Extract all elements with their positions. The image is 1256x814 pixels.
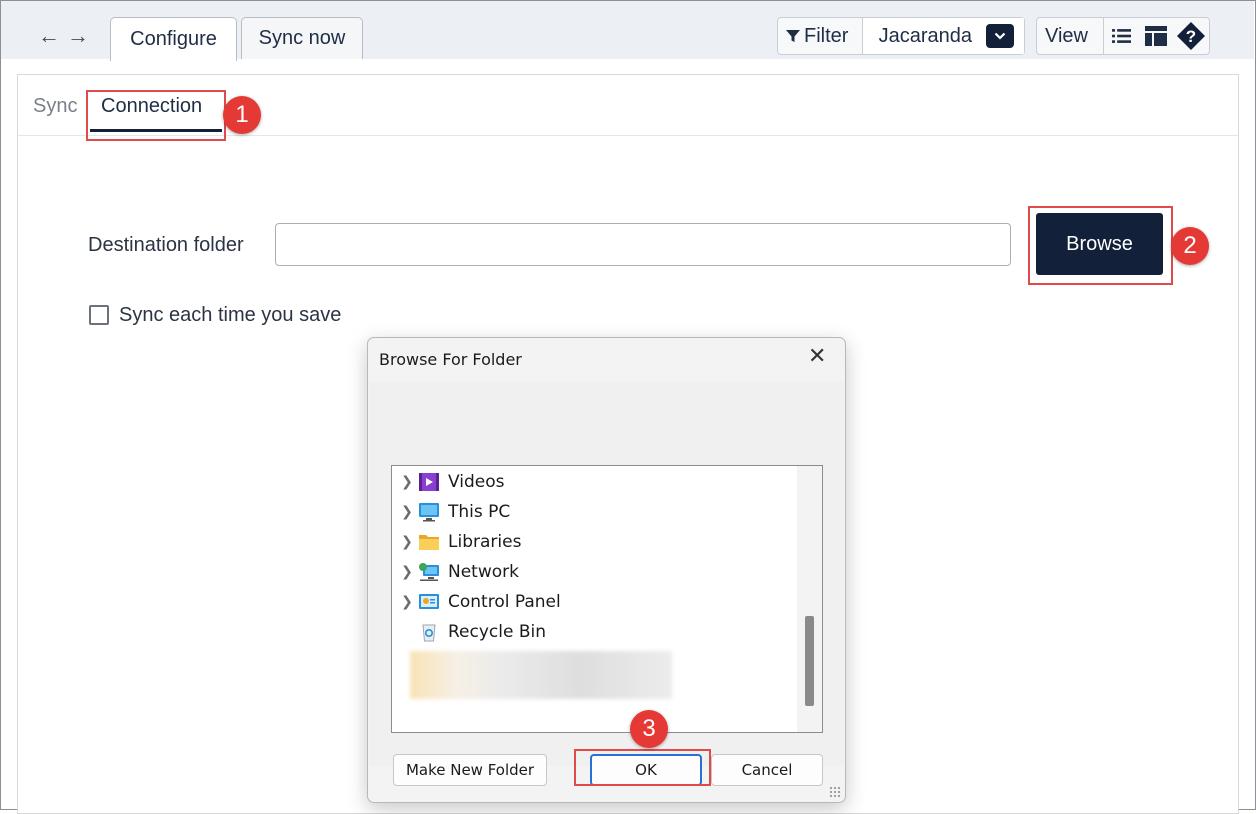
- folder-tree: ❯ Videos ❯ This PC ❯ Libraries ❯ Network…: [391, 465, 823, 733]
- blurred-tree-item: [410, 651, 672, 699]
- scrollbar-thumb[interactable]: [805, 616, 814, 706]
- chevron-right-icon[interactable]: ❯: [396, 594, 418, 610]
- filter-button[interactable]: Filter: [778, 18, 862, 54]
- cancel-button[interactable]: Cancel: [711, 754, 823, 786]
- network-icon: [418, 562, 440, 582]
- list-icon: [1112, 29, 1131, 43]
- chevron-right-icon[interactable]: ❯: [396, 474, 418, 490]
- svg-text:?: ?: [1186, 27, 1196, 46]
- tab-configure[interactable]: Configure: [110, 17, 237, 61]
- help-button[interactable]: ?: [1173, 18, 1209, 54]
- tab-configure-label: Configure: [130, 28, 217, 50]
- recycle-bin-icon: [418, 622, 440, 642]
- resize-grip[interactable]: [829, 786, 841, 798]
- tab-sync-now[interactable]: Sync now: [241, 17, 363, 59]
- chevron-down-icon: [986, 24, 1014, 48]
- step-badge-2: 2: [1171, 227, 1209, 265]
- view-button[interactable]: View: [1037, 18, 1103, 54]
- view-label: View: [1045, 24, 1088, 47]
- library-select[interactable]: Jacaranda: [861, 18, 1024, 54]
- layout-button[interactable]: [1139, 18, 1173, 54]
- tree-item-label: Recycle Bin: [448, 622, 547, 642]
- videos-folder-icon: [418, 472, 440, 492]
- library-select-value: Jacaranda: [878, 24, 972, 47]
- dialog-title: Browse For Folder: [379, 350, 522, 369]
- make-new-folder-button[interactable]: Make New Folder: [393, 754, 547, 786]
- highlight-browse-button: [1028, 206, 1173, 285]
- tree-item-videos[interactable]: ❯ Videos: [392, 467, 792, 497]
- tree-item-label: Videos: [448, 472, 505, 492]
- close-icon[interactable]: ✕: [808, 346, 826, 368]
- filter-label: Filter: [804, 24, 849, 47]
- browse-folder-dialog: Browse For Folder ✕ ❯ Videos ❯ This PC ❯…: [367, 337, 846, 803]
- step-badge-3: 3: [630, 710, 668, 748]
- step-badge-1: 1: [223, 96, 261, 134]
- computer-icon: [418, 502, 440, 522]
- tree-item-this-pc[interactable]: ❯ This PC: [392, 497, 792, 527]
- tree-item-label: Control Panel: [448, 592, 561, 612]
- list-view-button[interactable]: [1103, 18, 1139, 54]
- top-toolbar: ← → Configure Sync now Filter Jacaranda …: [1, 1, 1254, 61]
- highlight-connection-tab: [86, 90, 226, 141]
- control-panel-icon: [418, 592, 440, 612]
- tree-item-control-panel[interactable]: ❯ Control Panel: [392, 587, 792, 617]
- destination-folder-input[interactable]: [275, 223, 1011, 266]
- tree-scrollbar[interactable]: [797, 466, 822, 732]
- chevron-right-icon[interactable]: ❯: [396, 504, 418, 520]
- chevron-right-icon[interactable]: ❯: [396, 534, 418, 550]
- filter-group: Filter Jacaranda: [777, 17, 1025, 55]
- view-group: View ?: [1036, 17, 1210, 55]
- libraries-folder-icon: [418, 532, 440, 552]
- sync-on-save-checkbox[interactable]: [89, 305, 109, 325]
- help-icon: ?: [1177, 22, 1205, 50]
- tab-sync-now-label: Sync now: [258, 27, 346, 49]
- tree-item-libraries[interactable]: ❯ Libraries: [392, 527, 792, 557]
- tree-item-network[interactable]: ❯ Network: [392, 557, 792, 587]
- filter-icon: [786, 30, 800, 42]
- chevron-right-icon[interactable]: ❯: [396, 564, 418, 580]
- highlight-ok-button: [574, 749, 711, 786]
- tree-item-recycle-bin[interactable]: ❯ Recycle Bin: [392, 617, 792, 647]
- tree-item-label: Libraries: [448, 532, 522, 552]
- sync-on-save-label: Sync each time you save: [119, 304, 342, 326]
- tree-item-label: Network: [448, 562, 519, 582]
- destination-folder-label: Destination folder: [88, 234, 244, 256]
- subtab-sync[interactable]: Sync: [33, 95, 77, 118]
- forward-arrow-icon[interactable]: →: [67, 25, 89, 47]
- layout-icon: [1145, 26, 1167, 46]
- back-arrow-icon[interactable]: ←: [38, 25, 60, 47]
- tree-item-label: This PC: [448, 502, 511, 522]
